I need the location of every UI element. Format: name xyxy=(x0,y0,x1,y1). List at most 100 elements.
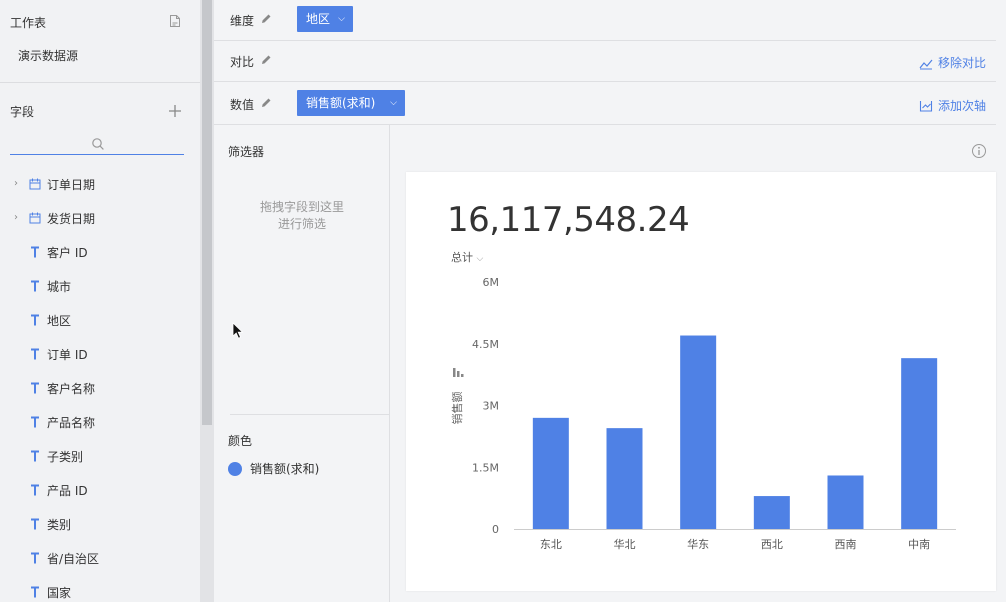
remove-compare-icon xyxy=(919,59,933,69)
text-type-icon xyxy=(31,552,39,564)
fields-title: 字段 xyxy=(10,105,35,119)
chart-area: 16,117,548.24 总计 ⌵ 0 1.5M 3M 4.5M 6M 销售额 东北 华北华… xyxy=(391,125,1006,602)
calendar-icon xyxy=(29,178,41,190)
remove-compare-label: 移除对比 xyxy=(938,56,987,70)
bar[interactable] xyxy=(827,475,864,529)
color-legend-item[interactable]: 销售额(求和) xyxy=(228,460,319,477)
bar[interactable] xyxy=(753,496,790,529)
document-icon[interactable] xyxy=(168,14,182,28)
x-tick-label: 中南 xyxy=(908,538,930,551)
field-item[interactable]: 国家 xyxy=(0,575,200,602)
field-item[interactable]: 产品名称 xyxy=(0,405,200,439)
data-source-name[interactable]: 演示数据源 xyxy=(18,47,78,64)
chart-card: 16,117,548.24 总计 ⌵ 0 1.5M 3M 4.5M 6M 销售额 东北 华北华… xyxy=(406,172,996,591)
add-secondary-axis-button[interactable]: 添加次轴 xyxy=(919,97,986,114)
x-tick-label: 华东 xyxy=(687,537,709,551)
sidebar-scrollbar[interactable] xyxy=(200,0,214,602)
field-name: 客户名称 xyxy=(47,382,96,396)
chevron-down-icon: ⌵ xyxy=(338,14,345,24)
field-item[interactable]: 产品 ID xyxy=(0,473,200,507)
value-pill-label: 销售额(求和) xyxy=(306,96,376,110)
y-tick-label: 1.5M xyxy=(472,461,499,474)
main-panel: 维度 地区 ⌵ 对比 移除对比 数值 销售额(求和) ⌵ 添加次轴 筛选器 拖拽… xyxy=(214,0,1006,602)
field-item[interactable]: 城市 xyxy=(0,269,200,303)
mouse-cursor-icon xyxy=(232,322,244,339)
sidebar: 工作表 演示数据源 字段 › 订单日期 › 发货日期客户 ID 城市地区订单 ID 客户名… xyxy=(0,0,200,602)
field-item[interactable]: › 发货日期 xyxy=(0,201,200,235)
x-tick-label: 东北 xyxy=(540,538,562,551)
bar-chart: 0 1.5M 3M 4.5M 6M 销售额东北 华北 华东 西北 西南 中南 xyxy=(450,276,956,551)
text-type-icon xyxy=(31,450,39,462)
chevron-right-icon[interactable]: › xyxy=(14,212,24,224)
field-name: 省/自治区 xyxy=(47,552,100,566)
field-name: 订单 ID xyxy=(47,348,88,362)
field-item[interactable]: 客户名称 xyxy=(0,371,200,405)
dimension-pill-label: 地区 xyxy=(306,12,331,26)
filter-panel: 筛选器 拖拽字段到这里 进行筛选 颜色 销售额(求和) xyxy=(214,125,395,602)
legend-color-dot xyxy=(228,461,242,476)
field-item[interactable]: 省/自治区 xyxy=(0,541,200,575)
worksheet-title: 工作表 xyxy=(10,16,47,30)
field-name: 国家 xyxy=(47,586,72,600)
field-name: 客户 ID xyxy=(47,246,88,260)
field-name: 发货日期 xyxy=(47,212,96,226)
sidebar-divider xyxy=(0,82,200,83)
scrollbar-thumb[interactable] xyxy=(202,0,212,425)
text-type-icon xyxy=(31,518,39,530)
field-search-input[interactable] xyxy=(10,135,184,155)
bar[interactable] xyxy=(532,417,569,529)
search-icon xyxy=(92,138,104,150)
filter-drop-zone[interactable]: 拖拽字段到这里 进行筛选 xyxy=(214,199,390,233)
filter-hint-line2: 进行筛选 xyxy=(277,217,326,231)
field-item[interactable]: 地区 xyxy=(0,303,200,337)
dimension-label: 维度 xyxy=(230,14,255,28)
field-item[interactable]: 类别 xyxy=(0,507,200,541)
y-tick-label: 6M xyxy=(483,276,500,289)
dimension-row: 维度 地区 ⌵ xyxy=(214,0,1006,41)
bar[interactable] xyxy=(901,358,938,529)
compare-label: 对比 xyxy=(230,55,255,69)
pencil-icon[interactable] xyxy=(260,13,272,25)
text-type-icon xyxy=(31,484,39,496)
y-tick-label: 3M xyxy=(483,400,500,413)
text-type-icon xyxy=(31,348,39,360)
y-tick-label: 0 xyxy=(492,523,499,536)
field-list: › 订单日期 › 发货日期客户 ID 城市地区订单 ID 客户名称产品名称子类别产品 ID… xyxy=(0,167,200,602)
field-name: 产品名称 xyxy=(47,416,96,430)
value-label: 数值 xyxy=(230,98,255,112)
field-name: 子类别 xyxy=(47,450,84,464)
filter-hint-line1: 拖拽字段到这里 xyxy=(259,200,344,214)
color-title: 颜色 xyxy=(228,434,253,448)
y-tick-label: 4.5M xyxy=(472,338,499,351)
value-pill[interactable]: 销售额(求和) ⌵ xyxy=(297,90,405,116)
dimension-pill[interactable]: 地区 ⌵ xyxy=(297,6,353,32)
bar[interactable] xyxy=(680,335,717,529)
calendar-icon xyxy=(29,212,41,224)
field-item[interactable]: › 订单日期 xyxy=(0,167,200,201)
x-tick-label: 华北 xyxy=(614,537,636,551)
sort-icon[interactable] xyxy=(453,368,464,377)
info-icon[interactable] xyxy=(971,143,987,159)
field-item[interactable]: 子类别 xyxy=(0,439,200,473)
field-name: 地区 xyxy=(47,314,72,328)
pencil-icon[interactable] xyxy=(260,97,272,109)
field-name: 城市 xyxy=(47,280,72,294)
filter-title: 筛选器 xyxy=(228,145,265,159)
legend-label: 销售额(求和) xyxy=(250,462,320,476)
pencil-icon[interactable] xyxy=(260,54,272,66)
chevron-right-icon[interactable]: › xyxy=(14,178,24,190)
x-tick-label: 西北 xyxy=(761,538,783,551)
text-type-icon xyxy=(31,586,39,598)
add-field-icon[interactable] xyxy=(167,103,183,119)
panel-divider xyxy=(230,414,390,415)
field-name: 订单日期 xyxy=(47,178,96,192)
remove-compare-button[interactable]: 移除对比 xyxy=(919,54,986,71)
text-type-icon xyxy=(31,246,39,258)
bar[interactable] xyxy=(606,428,643,529)
text-type-icon xyxy=(31,382,39,394)
text-type-icon xyxy=(31,416,39,428)
field-item[interactable]: 订单 ID xyxy=(0,337,200,371)
text-type-icon xyxy=(31,314,39,326)
value-row: 数值 销售额(求和) ⌵ 添加次轴 xyxy=(214,82,1006,125)
field-item[interactable]: 客户 ID xyxy=(0,235,200,269)
